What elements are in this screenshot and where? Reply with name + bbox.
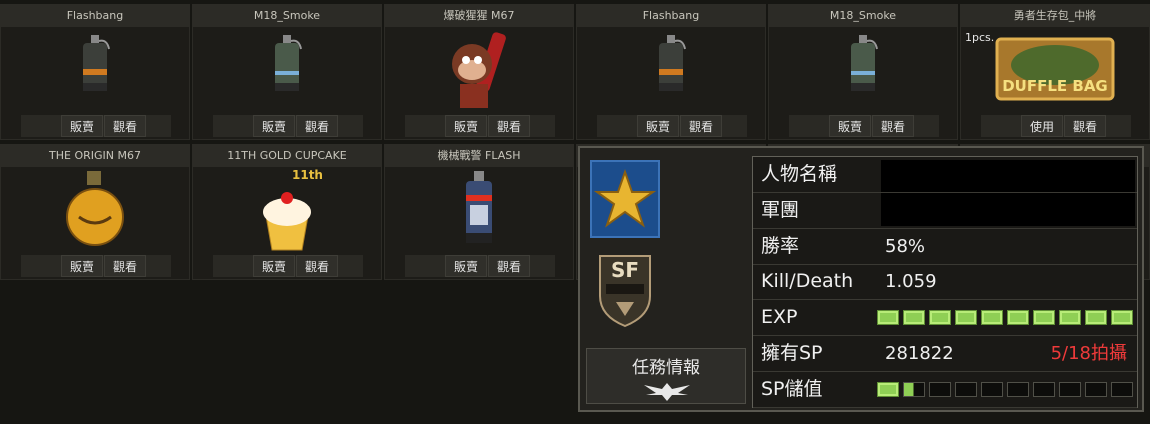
exp-bar-segment (903, 310, 925, 326)
inventory-slot[interactable]: M18_Smoke 販賣 觀看 (192, 4, 382, 140)
inventory-slot[interactable]: Flashbang 販賣 觀看 (0, 4, 190, 140)
item-action-button[interactable]: 販賣 (445, 255, 487, 277)
stats-table: 人物名稱軍團勝率 58% Kill/Death 1.059 EXP 擁有SP 281822 5… (752, 156, 1138, 408)
exp-bar-segment (1085, 310, 1107, 326)
stat-row: 擁有SP 281822 5/18拍攝 (753, 336, 1137, 372)
inventory-slot[interactable]: 爆破猩猩 M67 販賣 觀看 (384, 4, 574, 140)
sp-bar-segment (1059, 381, 1081, 397)
stat-label: 勝率 (761, 234, 800, 257)
exp-bar-segment (1007, 310, 1029, 326)
mission-info-button[interactable]: 任務情報 (586, 348, 746, 404)
stat-label: 人物名稱 (761, 163, 838, 185)
profile-panel: SF 任務情報 人物名稱軍團勝率 58% Kill/Death 1.059 EXP 擁有S… (578, 146, 1144, 412)
item-action-button[interactable]: 販賣 (61, 255, 103, 277)
stat-row: Kill/Death 1.059 (753, 264, 1137, 301)
stat-label: 擁有SP (761, 342, 823, 364)
item-action-button[interactable]: 販賣 (445, 115, 487, 137)
gold-star-rank-icon (593, 168, 657, 228)
exp-bar-segment (1033, 310, 1055, 326)
inventory-slot[interactable]: 勇者生存包_中將 1pcs. DUFFLE BAG 使用 觀看 (960, 4, 1150, 140)
inventory-slot[interactable]: THE ORIGIN M67 販賣 觀看 (0, 144, 190, 280)
monkey-dynamite-icon (444, 24, 514, 118)
smoke-grenade-icon (269, 33, 305, 109)
exp-bar-segment (955, 310, 977, 326)
stat-value: 58% (885, 235, 926, 257)
view-button[interactable]: 觀看 (104, 255, 146, 277)
sp-bar-segment (1111, 381, 1133, 397)
inventory-slot[interactable]: 11TH GOLD CUPCAKE 11th 販賣 觀看 (192, 144, 382, 280)
smoke-grenade-icon (845, 33, 881, 109)
exp-bar-segment (877, 310, 899, 326)
item-action-button[interactable]: 販賣 (253, 115, 295, 137)
photo-date-label: 5/18拍攝 (1050, 343, 1127, 364)
stat-label: SP儲值 (761, 377, 823, 400)
item-name: Flashbang (1, 5, 189, 27)
item-name: Flashbang (577, 5, 765, 27)
view-button[interactable]: 觀看 (680, 115, 722, 137)
stat-label: 軍團 (761, 198, 800, 221)
rank-badge (590, 160, 660, 238)
duffle-bag-icon: DUFFLE BAG (995, 37, 1115, 105)
sp-bar-segment (929, 381, 951, 397)
sp-bar-segment (1033, 381, 1055, 397)
item-name: THE ORIGIN M67 (1, 145, 189, 167)
view-button[interactable]: 觀看 (1064, 115, 1106, 137)
inventory-slot[interactable]: Flashbang 販賣 觀看 (576, 4, 766, 140)
item-action-button[interactable]: 販賣 (637, 115, 679, 137)
item-name: M18_Smoke (769, 5, 957, 27)
item-action-button[interactable]: 使用 (1021, 115, 1063, 137)
cupcake-grenade-icon: 11th (252, 164, 323, 258)
mission-info-label: 任務情報 (632, 358, 700, 378)
stat-label: EXP (761, 306, 798, 329)
exp-bar-segment (929, 310, 951, 326)
item-action-button[interactable]: 販賣 (829, 115, 871, 137)
sf-emblem-icon: SF (596, 250, 654, 328)
item-name: 勇者生存包_中將 (961, 5, 1149, 27)
view-button[interactable]: 觀看 (296, 115, 338, 137)
stat-row: 勝率 58% (753, 229, 1137, 265)
view-button[interactable]: 觀看 (872, 115, 914, 137)
stat-value: 281822 (885, 343, 954, 364)
sp-bar-segment (903, 381, 925, 397)
item-action-button[interactable]: 販賣 (61, 115, 103, 137)
view-button[interactable]: 觀看 (104, 115, 146, 137)
inventory-slot[interactable]: M18_Smoke 販賣 觀看 (768, 4, 958, 140)
stat-row: 人物名稱 (753, 157, 1137, 193)
item-image-text: DUFFLE BAG (1002, 77, 1108, 95)
sp-bar-segment (1007, 381, 1029, 397)
item-name: M18_Smoke (193, 5, 381, 27)
flashbang-grenade-icon (653, 33, 689, 109)
flashbang-grenade-icon (77, 33, 113, 109)
sp-bar-segment (981, 381, 1003, 397)
sf-emblem-text: SF (610, 258, 640, 282)
item-action-button[interactable]: 販賣 (253, 255, 295, 277)
view-button[interactable]: 觀看 (488, 115, 530, 137)
stat-row: EXP (753, 300, 1137, 337)
stat-value: 1.059 (885, 271, 937, 293)
exp-bar-segment (1059, 310, 1081, 326)
item-name: 機械戰警 FLASH (385, 145, 573, 167)
item-count: 1pcs. (965, 31, 995, 44)
sp-bar-segment (955, 381, 977, 397)
sp-bar-segment (1085, 381, 1107, 397)
item-image-text: 11th (292, 168, 323, 182)
golden-grenade-icon (63, 169, 127, 253)
stat-label: Kill/Death (761, 270, 854, 293)
stat-row: 軍團 (753, 193, 1137, 229)
robocop-flash-icon (461, 169, 497, 253)
view-button[interactable]: 觀看 (488, 255, 530, 277)
exp-bar-segment (1111, 310, 1133, 326)
sp-bar-segment (877, 381, 899, 397)
view-button[interactable]: 觀看 (296, 255, 338, 277)
eagle-wings-icon (644, 383, 690, 401)
exp-bar-segment (981, 310, 1003, 326)
stat-row: SP儲值 (753, 372, 1137, 408)
inventory-slot[interactable]: 機械戰警 FLASH 販賣 觀看 (384, 144, 574, 280)
